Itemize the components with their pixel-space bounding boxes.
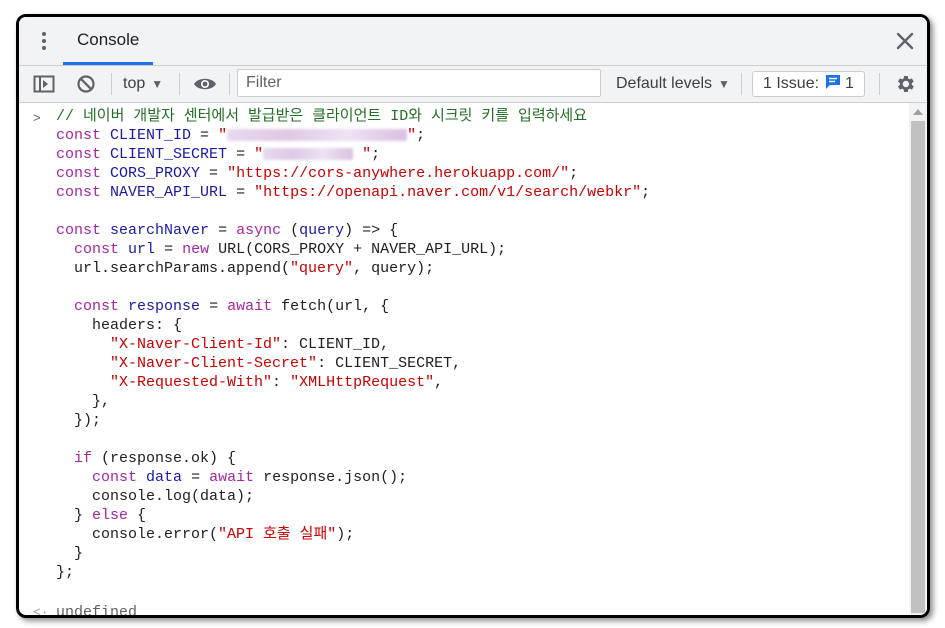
issues-button[interactable]: 1 Issue: 1 <box>752 71 865 97</box>
tab-console[interactable]: Console <box>63 17 154 65</box>
scrollbar-thumb[interactable] <box>911 121 925 613</box>
code-line: "X-Naver-Client-Secret": CLIENT_SECRET, <box>110 355 462 372</box>
code-line: const CLIENT_SECRET = " "; <box>56 146 381 163</box>
redacted-value <box>227 129 408 142</box>
eye-icon[interactable] <box>193 66 217 102</box>
code-line: // 네이버 개발자 센터에서 발급받은 클라이언트 ID와 시크릿 키를 입력… <box>56 108 588 125</box>
code-line: const response = await fetch(url, { <box>74 298 390 315</box>
redacted-value <box>263 148 354 161</box>
sidebar-toggle-icon[interactable] <box>33 66 55 102</box>
code-line: const data = await response.json(); <box>92 469 408 486</box>
input-prompt-icon: > <box>33 111 41 126</box>
vertical-scrollbar[interactable] <box>909 103 927 615</box>
toolbar-divider <box>111 73 112 95</box>
issues-label: 1 Issue: <box>763 75 820 92</box>
code-line: } <box>56 545 84 562</box>
code-line: if (response.ok) { <box>74 450 237 467</box>
caret-down-icon: ▼ <box>151 77 164 91</box>
code-line: "X-Requested-With": "XMLHttpRequest", <box>110 374 444 391</box>
log-levels-label: Default levels <box>616 75 713 92</box>
code-line: const CORS_PROXY = "https://cors-anywher… <box>56 165 579 182</box>
toolbar-divider <box>741 73 742 95</box>
code-line: }, <box>56 393 111 410</box>
code-line: } else { <box>56 507 147 524</box>
toolbar-divider <box>229 73 230 95</box>
caret-down-icon: ▼ <box>718 77 730 91</box>
message-icon <box>825 74 841 95</box>
toolbar-divider <box>879 73 880 95</box>
code-line: const searchNaver = async (query) => { <box>56 222 399 239</box>
scroll-up-arrow-icon[interactable] <box>913 109 923 115</box>
console-result: <· undefined <box>19 603 909 618</box>
clear-console-icon[interactable] <box>76 66 96 102</box>
code-line: const CLIENT_ID = " "; <box>56 127 426 144</box>
context-label: top <box>123 75 146 92</box>
gear-icon[interactable] <box>894 66 916 102</box>
result-arrow-icon: <· <box>33 605 49 618</box>
code-line: }; <box>56 564 75 581</box>
issues-count: 1 <box>845 75 854 92</box>
devtools-tabbar: Console <box>19 17 927 66</box>
filter-input[interactable] <box>237 69 601 97</box>
context-selector[interactable]: top ▼ <box>123 66 163 102</box>
kebab-icon[interactable] <box>37 30 51 52</box>
code-block: // 네이버 개발자 센터에서 발급받은 클라이언트 ID와 시크릿 키를 입력… <box>19 107 909 582</box>
code-line: const NAVER_API_URL = "https://openapi.n… <box>56 184 651 201</box>
code-line: url.searchParams.append("query", query); <box>56 260 435 277</box>
code-line: console.error("API 호출 실패"); <box>56 526 355 543</box>
code-line: console.log(data); <box>56 488 255 505</box>
console-output[interactable]: > // 네이버 개발자 센터에서 발급받은 클라이언트 ID와 시크릿 키를 … <box>19 103 909 615</box>
result-value: undefined <box>56 604 138 618</box>
code-line: "X-Naver-Client-Id": CLIENT_ID, <box>110 336 390 353</box>
console-toolbar: top ▼ Default levels ▼ 1 Issue: 1 <box>19 66 927 103</box>
close-icon[interactable] <box>893 29 917 53</box>
code-line: headers: { <box>56 317 183 334</box>
devtools-window: Console top ▼ Default levels ▼ 1 Issue: <box>16 14 930 618</box>
code-line: const url = new URL(CORS_PROXY + NAVER_A… <box>74 241 507 258</box>
toolbar-divider <box>179 73 180 95</box>
console-entry: > // 네이버 개발자 센터에서 발급받은 클라이언트 ID와 시크릿 키를 … <box>19 107 909 582</box>
log-levels-dropdown[interactable]: Default levels ▼ <box>616 66 730 102</box>
code-line: }); <box>56 412 102 429</box>
